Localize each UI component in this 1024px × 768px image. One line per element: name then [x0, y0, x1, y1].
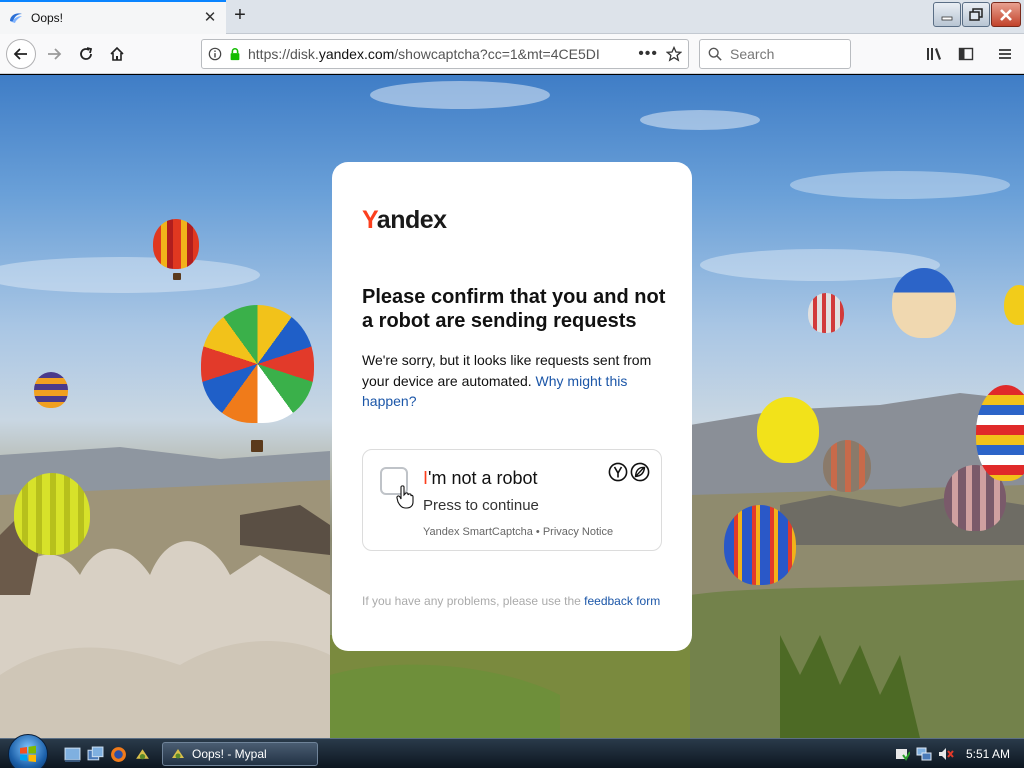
info-icon[interactable] [208, 47, 222, 61]
page-background: Yandex Please confirm that you and not a… [0, 75, 1024, 738]
page-actions-icon[interactable]: ••• [638, 45, 658, 63]
library-button[interactable] [921, 40, 949, 68]
address-bar[interactable]: https://disk.yandex.com/showcaptcha?cc=1… [201, 39, 689, 69]
hot-air-balloon [976, 385, 1024, 481]
captcha-card: Yandex Please confirm that you and not a… [332, 162, 692, 651]
search-bar[interactable] [699, 39, 851, 69]
search-icon [708, 47, 722, 61]
search-input[interactable] [730, 46, 830, 62]
tab-oops[interactable]: Oops! ✕ [0, 0, 226, 34]
not-robot-checkbox-panel[interactable]: I'm not a robot Press to continue Yandex… [362, 449, 662, 551]
restore-button[interactable] [962, 2, 990, 27]
reload-button[interactable] [72, 40, 100, 68]
sidebar-button[interactable] [952, 40, 980, 68]
tab-close-icon[interactable]: ✕ [202, 10, 218, 26]
windows-taskbar: Oops! - Mypal 5:51 AM [0, 734, 1024, 768]
hot-air-balloon [808, 293, 844, 333]
bookmark-star-icon[interactable] [666, 46, 682, 62]
menu-button[interactable] [991, 40, 1019, 68]
hamburger-menu-icon [999, 49, 1011, 59]
minimize-button[interactable] [933, 2, 961, 27]
yandex-logo: Yandex [362, 206, 447, 235]
minimize-icon [941, 16, 953, 20]
mypal-quicklaunch-icon[interactable] [134, 746, 151, 763]
window-controls [933, 2, 1021, 27]
close-icon [1000, 8, 1012, 21]
footer-note: If you have any problems, please use the… [362, 594, 660, 608]
volume-muted-icon[interactable] [938, 746, 954, 762]
hot-air-balloon [34, 372, 68, 408]
logo-letter-y: Y [362, 206, 377, 234]
clock[interactable]: 5:51 AM [966, 747, 1010, 761]
hot-air-balloon [14, 473, 90, 555]
feedback-form-link[interactable]: feedback form [584, 594, 660, 608]
press-to-continue-text: Press to continue [423, 497, 539, 514]
secure-lock-icon[interactable] [228, 47, 242, 61]
url-prefix: https://disk. [248, 46, 319, 62]
show-desktop-icon[interactable] [64, 746, 81, 763]
taskbar-item-mypal[interactable]: Oops! - Mypal [162, 742, 318, 766]
tab-title: Oops! [31, 11, 64, 25]
back-button[interactable] [6, 39, 36, 69]
hot-air-balloon [757, 397, 819, 463]
hot-air-balloon [201, 305, 314, 423]
sidebar-icon [958, 47, 974, 61]
start-button[interactable] [8, 734, 48, 768]
hot-air-balloon [892, 268, 956, 338]
forward-button[interactable] [40, 40, 68, 68]
smartcaptcha-logo [608, 462, 650, 482]
forward-arrow-icon [48, 48, 62, 60]
close-window-button[interactable] [991, 2, 1021, 27]
label-rest: 'm not a robot [428, 468, 538, 488]
windows-logo-icon [20, 745, 36, 762]
library-icon [927, 48, 941, 60]
not-robot-label: I'm not a robot [423, 468, 538, 489]
yandex-disk-favicon-icon [10, 13, 22, 23]
taskbar-item-label: Oops! - Mypal [192, 747, 267, 761]
hand-cursor-icon [396, 485, 414, 509]
url-path: /showcaptcha?cc=1&mt=4CE5DI [394, 46, 600, 62]
hot-air-balloon [724, 505, 796, 585]
smartcaptcha-leaf-icon [630, 462, 650, 482]
captcha-description: We're sorry, but it looks like requests … [362, 350, 667, 412]
system-tray: 5:51 AM [884, 739, 1024, 768]
firefox-quicklaunch-icon[interactable] [110, 746, 127, 763]
restore-icon [969, 7, 983, 21]
logo-rest: andex [376, 206, 447, 234]
home-button[interactable] [103, 40, 131, 68]
hot-air-balloon [153, 219, 199, 269]
new-tab-button[interactable]: + [229, 5, 251, 27]
captcha-title: Please confirm that you and not a robot … [362, 286, 666, 332]
balloon-basket [251, 440, 263, 452]
reload-icon [80, 47, 93, 60]
navigation-toolbar: https://disk.yandex.com/showcaptcha?cc=1… [0, 34, 1024, 74]
hot-air-balloon [1004, 285, 1024, 325]
yandex-y-icon [608, 462, 628, 482]
browser-tab-strip: Oops! ✕ + [0, 0, 1024, 34]
switch-windows-icon[interactable] [87, 746, 104, 763]
footer-text: If you have any problems, please use the [362, 594, 581, 608]
home-icon [110, 46, 124, 61]
url-host: yandex.com [318, 46, 395, 62]
mypal-app-icon [172, 749, 184, 759]
hot-air-balloon [823, 440, 871, 492]
action-center-icon[interactable] [894, 746, 910, 762]
balloon-basket [173, 273, 181, 280]
network-icon[interactable] [916, 746, 932, 762]
url-text[interactable]: https://disk.yandex.com/showcaptcha?cc=1… [248, 46, 630, 62]
back-arrow-icon [13, 48, 27, 60]
smartcaptcha-privacy-line[interactable]: Yandex SmartCaptcha • Privacy Notice [423, 526, 613, 538]
